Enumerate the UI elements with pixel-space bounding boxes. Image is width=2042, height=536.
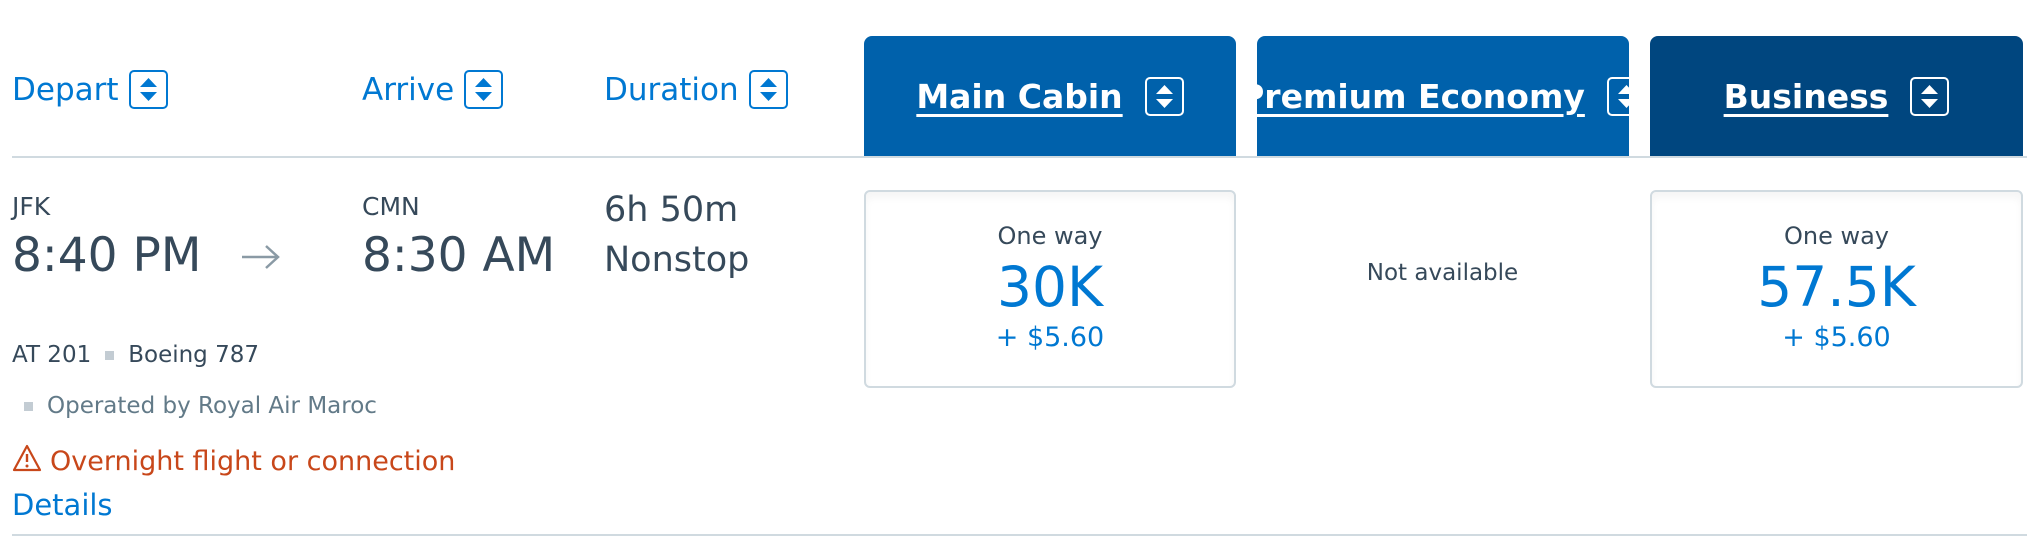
fare-fee: + $5.60	[995, 322, 1105, 353]
warning-text: Overnight flight or connection	[50, 446, 456, 477]
warning-triangle-icon	[12, 444, 42, 479]
premium-not-available: Not available	[1366, 260, 1519, 286]
right-arrow-icon	[240, 242, 282, 276]
main-cabin-label: Main Cabin	[916, 76, 1123, 116]
dest-airport-code: CMN	[362, 192, 420, 221]
sort-updown-icon[interactable]	[464, 70, 504, 109]
details-link[interactable]: Details	[12, 488, 113, 522]
duration-header-label: Duration	[604, 71, 739, 108]
cabin-header-premium[interactable]: Premium Economy	[1240, 36, 1646, 156]
flight-duration: 6h 50m	[604, 190, 739, 230]
sort-duration-header[interactable]: Duration	[604, 70, 788, 109]
operated-by-text: Operated by Royal Air Maroc	[47, 393, 377, 419]
overnight-warning: Overnight flight or connection	[12, 444, 455, 479]
depart-time: 8:40 PM	[12, 228, 202, 283]
fare-business[interactable]: One way 57.5K + $5.60	[1650, 190, 2023, 388]
sort-updown-icon[interactable]	[128, 70, 168, 109]
sort-arrive-header[interactable]: Arrive	[362, 70, 504, 109]
arrive-time: 8:30 AM	[362, 228, 556, 283]
sort-updown-icon[interactable]	[1910, 76, 1950, 116]
flight-meta: AT 201 Boeing 787	[12, 342, 259, 368]
arrive-header-label: Arrive	[362, 71, 455, 108]
depart-header-label: Depart	[12, 71, 119, 108]
fare-miles: 57.5K	[1757, 255, 1916, 319]
fare-type-label: One way	[1783, 222, 1890, 250]
aircraft-type: Boeing 787	[128, 342, 259, 368]
stops-info: Nonstop	[604, 240, 750, 280]
premium-economy-label: Premium Economy	[1240, 76, 1585, 116]
origin-airport-code: JFK	[12, 192, 51, 221]
fare-main-cabin[interactable]: One way 30K + $5.60	[864, 190, 1236, 388]
sort-depart-header[interactable]: Depart	[12, 70, 168, 109]
header-divider	[12, 156, 2027, 158]
cabin-header-business[interactable]: Business	[1650, 36, 2023, 156]
cabin-header-main[interactable]: Main Cabin	[864, 36, 1236, 156]
fare-miles: 30K	[996, 255, 1104, 319]
sort-updown-icon[interactable]	[1606, 76, 1646, 116]
bullet-separator	[24, 401, 33, 411]
fare-fee: + $5.60	[1782, 322, 1891, 353]
sort-updown-icon[interactable]	[748, 70, 788, 109]
operated-by-row: Operated by Royal Air Maroc	[12, 393, 377, 419]
flight-number: AT 201	[12, 342, 92, 368]
fare-type-label: One way	[997, 222, 1103, 250]
bullet-separator	[105, 350, 115, 360]
business-label: Business	[1723, 76, 1889, 116]
sort-updown-icon[interactable]	[1144, 76, 1184, 116]
